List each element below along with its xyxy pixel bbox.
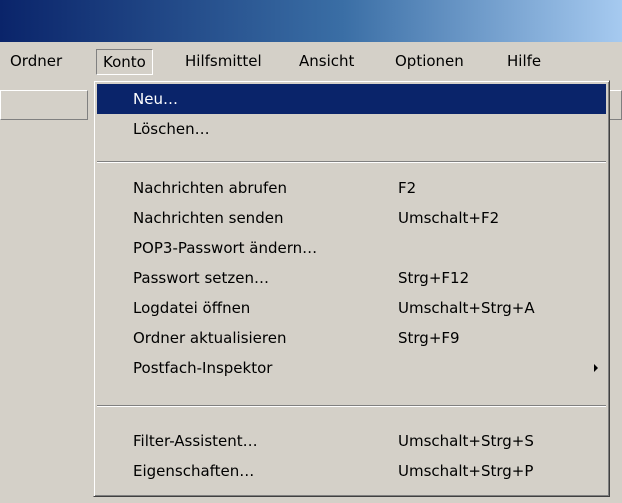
menu-hilfe[interactable]: Hilfe [507, 49, 541, 75]
menu-konto[interactable]: Konto [96, 49, 153, 75]
menu-item-label: Löschen… [133, 120, 210, 138]
menu-item-shortcut: Umschalt+F2 [398, 209, 500, 227]
submenu-arrow-icon [594, 364, 598, 372]
menu-item-label: Neu… [133, 90, 178, 108]
menu-item-mailbox-inspector[interactable]: Postfach-Inspektor [97, 353, 606, 383]
menu-item-shortcut: Umschalt+Strg+P [398, 462, 534, 480]
menu-item-shortcut: Umschalt+Strg+S [398, 432, 534, 450]
menu-item-delete[interactable]: Löschen… [97, 114, 606, 144]
menu-item-shortcut: Umschalt+Strg+A [398, 299, 535, 317]
menu-bar: Ordner Konto Hilfsmittel Ansicht Optione… [0, 42, 622, 78]
konto-dropdown-menu: Neu… Löschen… Nachrichten abrufen F2 Nac… [93, 80, 610, 497]
menu-item-refresh-folders[interactable]: Ordner aktualisieren Strg+F9 [97, 323, 606, 353]
menu-item-shortcut: F2 [398, 179, 417, 197]
menu-item-properties[interactable]: Eigenschaften… Umschalt+Strg+P [97, 456, 606, 486]
menu-item-label: Ordner aktualisieren [133, 329, 287, 347]
toolbar-panel-left [0, 90, 88, 120]
title-bar [0, 0, 622, 42]
menu-item-label: POP3-Passwort ändern… [133, 239, 318, 257]
menu-ansicht[interactable]: Ansicht [299, 49, 354, 75]
menu-item-open-logfile[interactable]: Logdatei öffnen Umschalt+Strg+A [97, 293, 606, 323]
menu-item-send-messages[interactable]: Nachrichten senden Umschalt+F2 [97, 203, 606, 233]
menu-item-filter-wizard[interactable]: Filter-Assistent… Umschalt+Strg+S [97, 426, 606, 456]
menu-item-label: Nachrichten senden [133, 209, 284, 227]
menu-ordner[interactable]: Ordner [10, 49, 62, 75]
menu-item-label: Nachrichten abrufen [133, 179, 288, 197]
menu-item-label: Passwort setzen… [133, 269, 269, 287]
menu-item-label: Filter-Assistent… [133, 432, 258, 450]
menu-separator [97, 161, 606, 163]
menu-item-label: Eigenschaften… [133, 462, 255, 480]
menu-item-shortcut: Strg+F12 [398, 269, 470, 287]
menu-item-fetch-messages[interactable]: Nachrichten abrufen F2 [97, 173, 606, 203]
menu-separator [97, 405, 606, 407]
menu-item-set-password[interactable]: Passwort setzen… Strg+F12 [97, 263, 606, 293]
menu-item-new[interactable]: Neu… [97, 84, 606, 114]
menu-hilfsmittel[interactable]: Hilfsmittel [185, 49, 262, 75]
menu-item-shortcut: Strg+F9 [398, 329, 460, 347]
menu-optionen[interactable]: Optionen [395, 49, 464, 75]
menu-item-label: Logdatei öffnen [133, 299, 251, 317]
menu-item-label: Postfach-Inspektor [133, 359, 273, 377]
menu-item-change-pop3-password[interactable]: POP3-Passwort ändern… [97, 233, 606, 263]
